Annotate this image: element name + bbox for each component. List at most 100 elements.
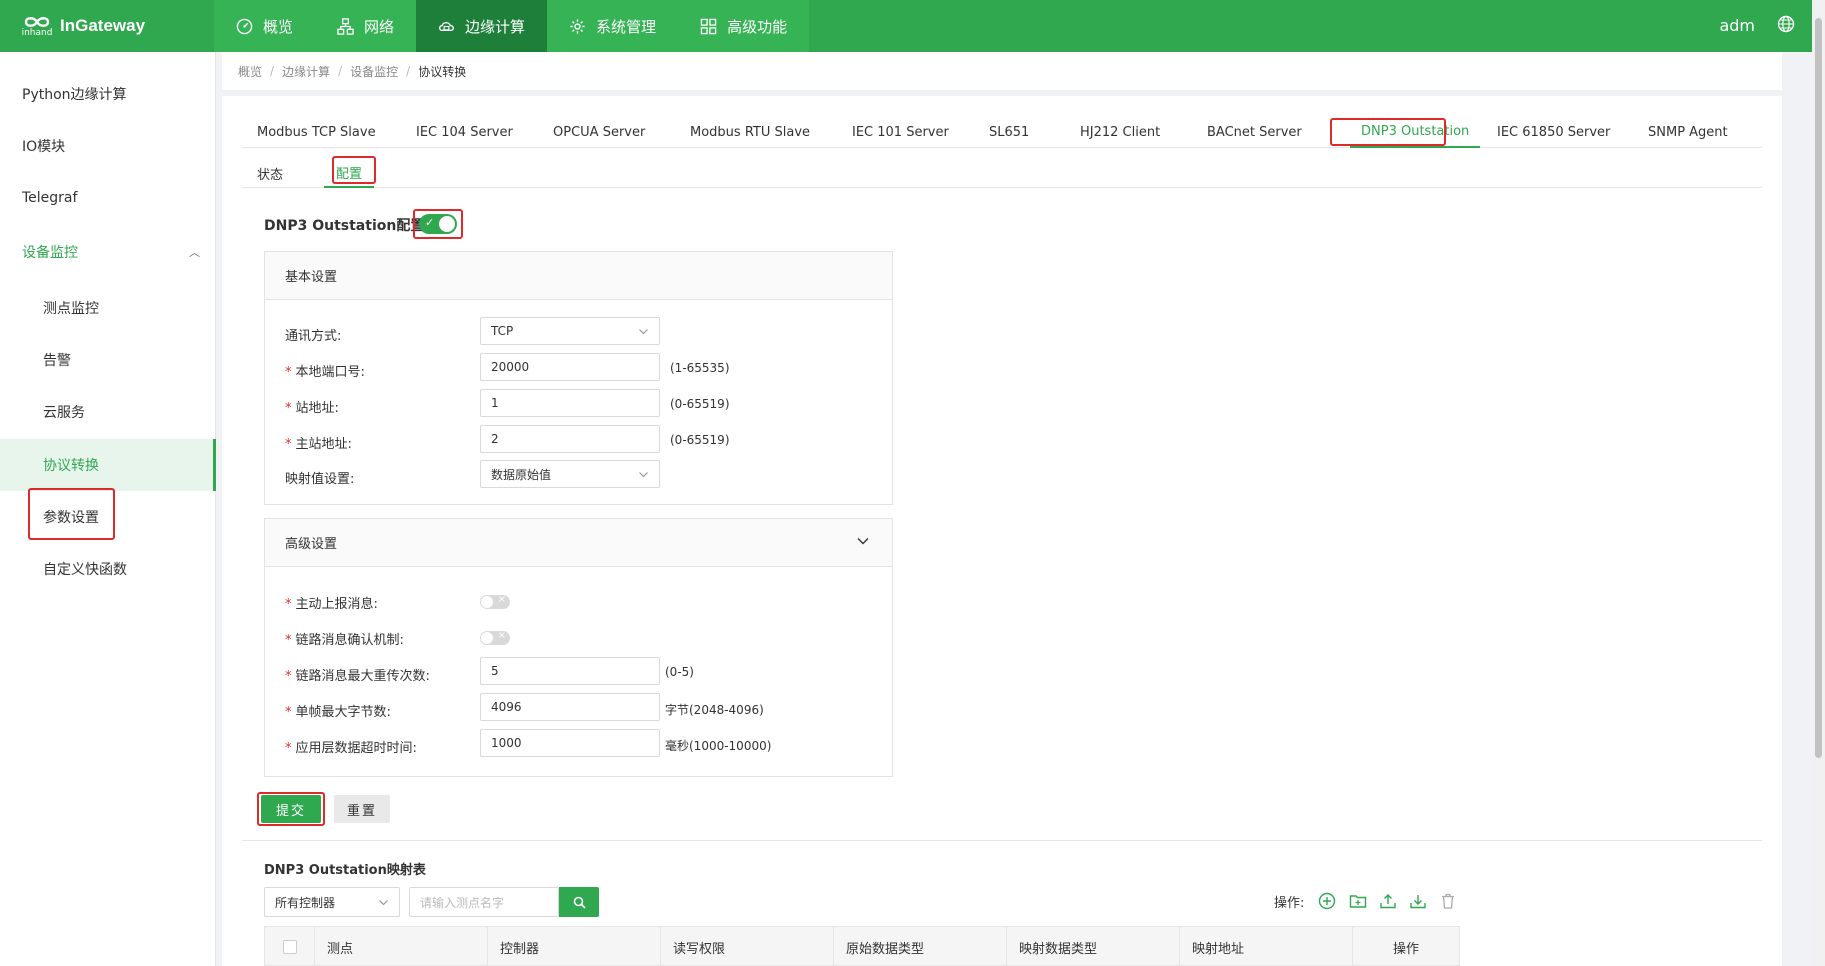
grid-icon: [700, 18, 717, 34]
link-confirm-toggle[interactable]: ×: [480, 630, 510, 645]
comm-mode-label: 通讯方式:: [285, 325, 341, 344]
max-frame-label-text: 单帧最大字节数:: [295, 705, 391, 720]
sidebar-item-label: IO模块: [22, 139, 66, 155]
tab-bacnet-server[interactable]: BACnet Server: [1207, 116, 1302, 148]
max-retries-label: * 链路消息最大重传次数:: [285, 665, 430, 684]
trash-icon[interactable]: [1437, 890, 1459, 912]
operations-label: 操作:: [1274, 896, 1305, 911]
add-folder-icon[interactable]: [1347, 890, 1369, 912]
breadcrumb-item[interactable]: 概览: [238, 63, 262, 80]
page-scrollbar[interactable]: [1812, 0, 1825, 966]
nav-system-management-label: 系统管理: [596, 17, 657, 36]
station-addr-label: * 站地址:: [285, 397, 339, 416]
tab-snmp-agent[interactable]: SNMP Agent: [1648, 116, 1728, 148]
select-all-checkbox[interactable]: [282, 940, 297, 954]
nav-overview[interactable]: 概览: [214, 0, 315, 52]
link-confirm-label-text: 链路消息确认机制:: [295, 633, 404, 648]
sidebar-item-alarm[interactable]: 告警: [0, 334, 216, 386]
chevron-down-icon: [379, 900, 388, 906]
required-mark: *: [285, 633, 292, 648]
tab-iec101-server[interactable]: IEC 101 Server: [852, 116, 949, 148]
sidebar-item-io-module[interactable]: IO模块: [0, 120, 216, 172]
sidebar-item-telegraf[interactable]: Telegraf: [0, 172, 216, 224]
app-timeout-hint: 毫秒(1000-10000): [665, 739, 772, 753]
sidebar-item-python-edge[interactable]: Python边缘计算: [0, 68, 216, 120]
unsolicited-label: * 主动上报消息:: [285, 593, 378, 612]
app-timeout-input[interactable]: 1000: [480, 729, 660, 757]
breadcrumb-item[interactable]: 边缘计算: [282, 63, 330, 80]
sidebar-item-label: 参数设置: [43, 510, 99, 526]
close-icon: ×: [497, 594, 506, 605]
link-confirm-label: * 链路消息确认机制:: [285, 629, 404, 648]
required-mark: *: [285, 365, 292, 380]
tab-dnp3-outstation[interactable]: DNP3 Outstation: [1350, 116, 1481, 148]
local-port-input[interactable]: 20000: [480, 353, 660, 381]
nav-edge-computing-label: 边缘计算: [465, 17, 526, 36]
language-globe-icon[interactable]: [1777, 15, 1795, 37]
nav-advanced[interactable]: 高级功能: [678, 0, 809, 52]
controller-filter-select[interactable]: 所有控制器: [264, 887, 400, 917]
nav-network[interactable]: 网络: [315, 0, 416, 52]
download-icon[interactable]: [1407, 890, 1429, 912]
sidebar-item-device-monitoring[interactable]: 设备监控 ︿: [0, 226, 216, 278]
reset-button[interactable]: 重置: [334, 795, 390, 823]
sidebar: Python边缘计算 IO模块 Telegraf 设备监控 ︿ 测点监控 告警 …: [0, 52, 216, 966]
app-timeout-label-text: 应用层数据超时时间:: [295, 741, 417, 756]
chevron-down-icon[interactable]: [856, 534, 870, 548]
sidebar-item-label: 告警: [43, 353, 71, 369]
master-addr-input[interactable]: 2: [480, 425, 660, 453]
tab-hj212-client[interactable]: HJ212 Client: [1080, 116, 1160, 148]
tab-config[interactable]: 配置: [324, 158, 375, 188]
sidebar-item-label: Telegraf: [22, 190, 78, 206]
toggle-knob: [481, 596, 493, 608]
required-mark: *: [285, 597, 292, 612]
station-addr-input[interactable]: 1: [480, 389, 660, 417]
dnp3-enable-toggle[interactable]: ✓: [419, 214, 457, 234]
nav-advanced-label: 高级功能: [727, 17, 788, 36]
sidebar-item-protocol-conversion[interactable]: 协议转换: [0, 439, 216, 491]
tab-modbus-tcp-slave[interactable]: Modbus TCP Slave: [257, 116, 376, 148]
point-search-input[interactable]: 请输入测点名字: [409, 887, 559, 917]
column-header-raw-type: 原始数据类型: [834, 927, 1007, 966]
sidebar-item-parameter-settings[interactable]: 参数设置: [0, 491, 216, 543]
column-header-mapped-type: 映射数据类型: [1007, 927, 1180, 966]
advanced-settings-header[interactable]: 高级设置: [265, 519, 892, 567]
column-header-controller: 控制器: [488, 927, 661, 966]
network-icon: [337, 17, 354, 35]
unsolicited-toggle[interactable]: ×: [480, 594, 510, 609]
search-button[interactable]: [559, 887, 599, 917]
user-menu[interactable]: adm: [1719, 16, 1755, 35]
upload-icon[interactable]: [1377, 890, 1399, 912]
tab-sl651[interactable]: SL651: [989, 116, 1029, 148]
chevron-down-icon: [639, 329, 648, 335]
config-title: DNP3 Outstation配置: [264, 218, 425, 234]
sidebar-item-label: 协议转换: [43, 458, 99, 474]
scrollbar-thumb[interactable]: [1815, 18, 1822, 758]
nav-overview-label: 概览: [263, 17, 294, 36]
tab-modbus-rtu-slave[interactable]: Modbus RTU Slave: [690, 116, 810, 148]
comm-mode-select[interactable]: TCP: [480, 317, 660, 345]
nav-edge-computing[interactable]: 边缘计算: [416, 0, 548, 52]
sidebar-item-label: 设备监控: [22, 245, 78, 261]
nav-system-management[interactable]: 系统管理: [547, 0, 678, 52]
submit-button[interactable]: 提交: [261, 795, 321, 823]
sidebar-item-cloud-service[interactable]: 云服务: [0, 386, 216, 438]
max-frame-input[interactable]: 4096: [480, 693, 660, 721]
tab-iec104-server[interactable]: IEC 104 Server: [416, 116, 513, 148]
tab-opcua-server[interactable]: OPCUA Server: [553, 116, 645, 148]
mapping-value-select[interactable]: 数据原始值: [480, 460, 660, 488]
advanced-settings-title: 高级设置: [285, 537, 338, 552]
tab-iec61850-server[interactable]: IEC 61850 Server: [1497, 116, 1610, 148]
max-retries-input[interactable]: 5: [480, 657, 660, 685]
sidebar-item-point-monitoring[interactable]: 测点监控: [0, 282, 216, 334]
master-addr-hint: (0-65519): [670, 433, 730, 447]
sidebar-item-custom-function[interactable]: 自定义快函数: [0, 543, 216, 595]
mapping-value-value: 数据原始值: [491, 467, 552, 482]
tab-status[interactable]: 状态: [257, 158, 283, 188]
max-frame-hint: 字节(2048-4096): [665, 703, 764, 717]
toggle-knob: [481, 632, 493, 644]
brand-logo[interactable]: inhand InGateway: [20, 10, 145, 42]
max-frame-label: * 单帧最大字节数:: [285, 701, 391, 720]
add-circle-icon[interactable]: [1316, 890, 1338, 912]
breadcrumb-item[interactable]: 设备监控: [350, 63, 398, 80]
